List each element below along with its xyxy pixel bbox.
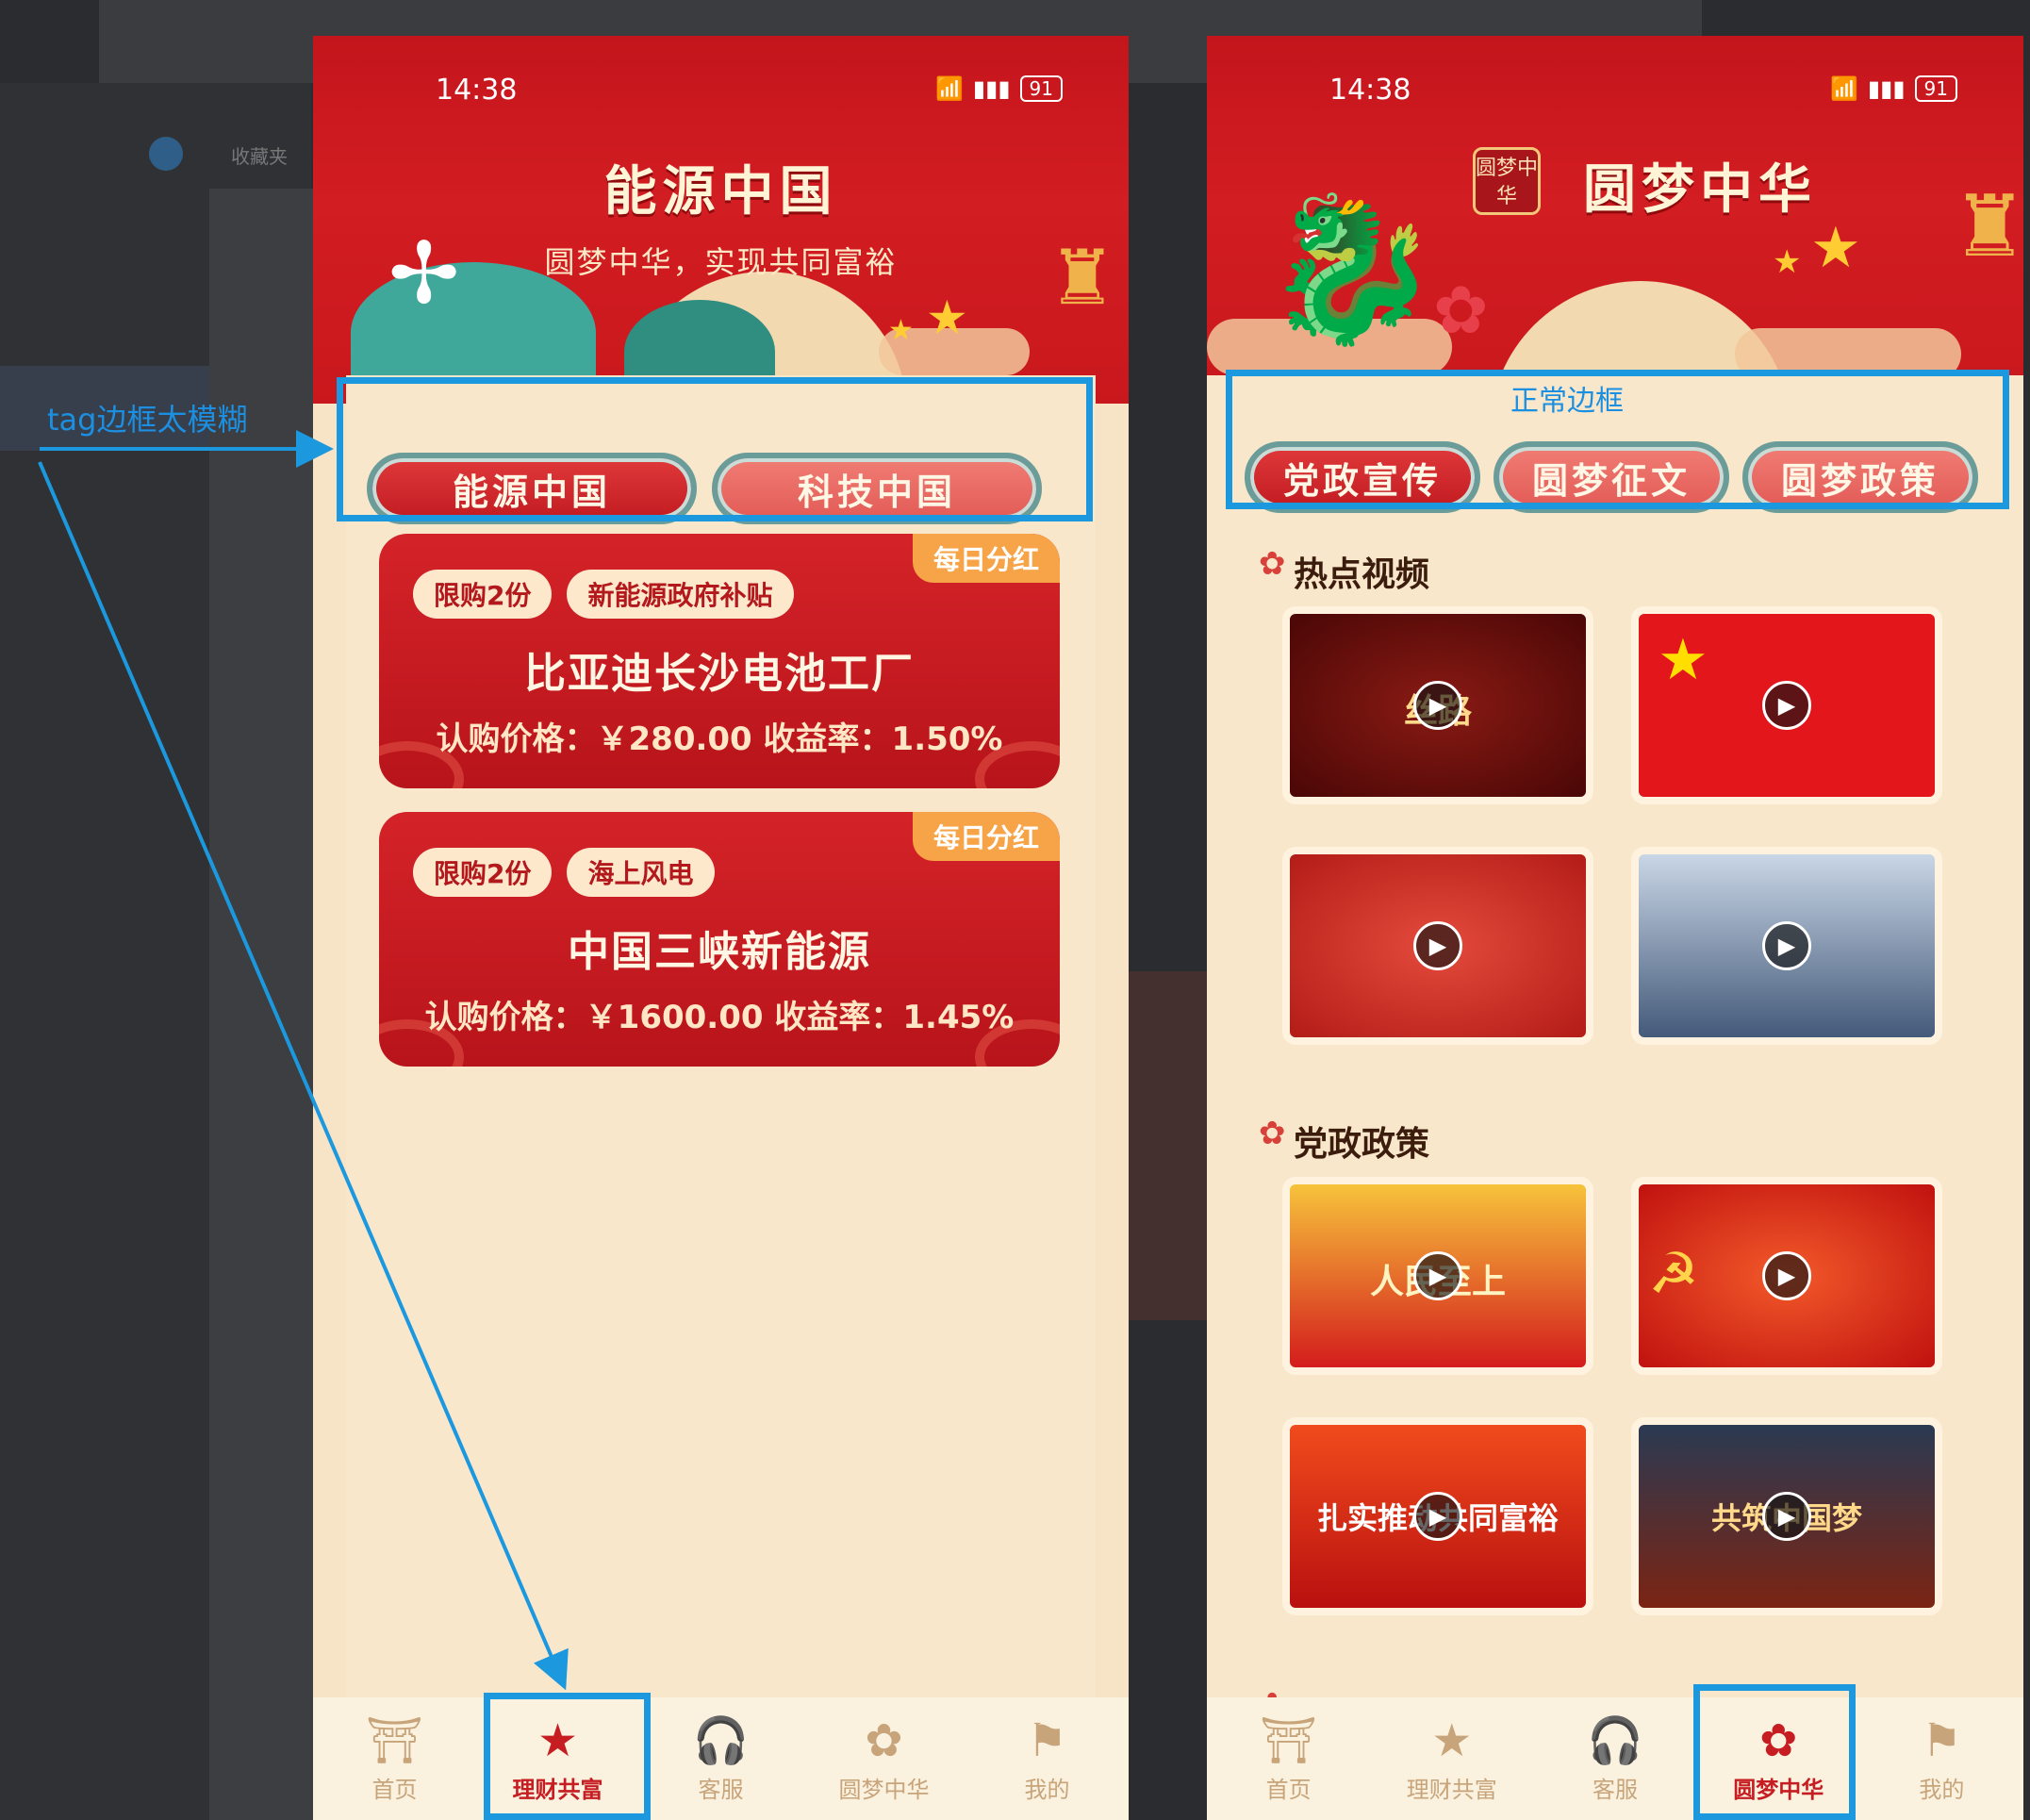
annotation-arrows (38, 430, 569, 1691)
screenshot-stage: 收藏夹 ★ ★ ✢ ♜ 14:38 📶 ▮▮▮ 91 能源中国 圆梦中华，实现共… (0, 0, 2030, 1820)
arrow-to-finance-tab (38, 461, 569, 1691)
